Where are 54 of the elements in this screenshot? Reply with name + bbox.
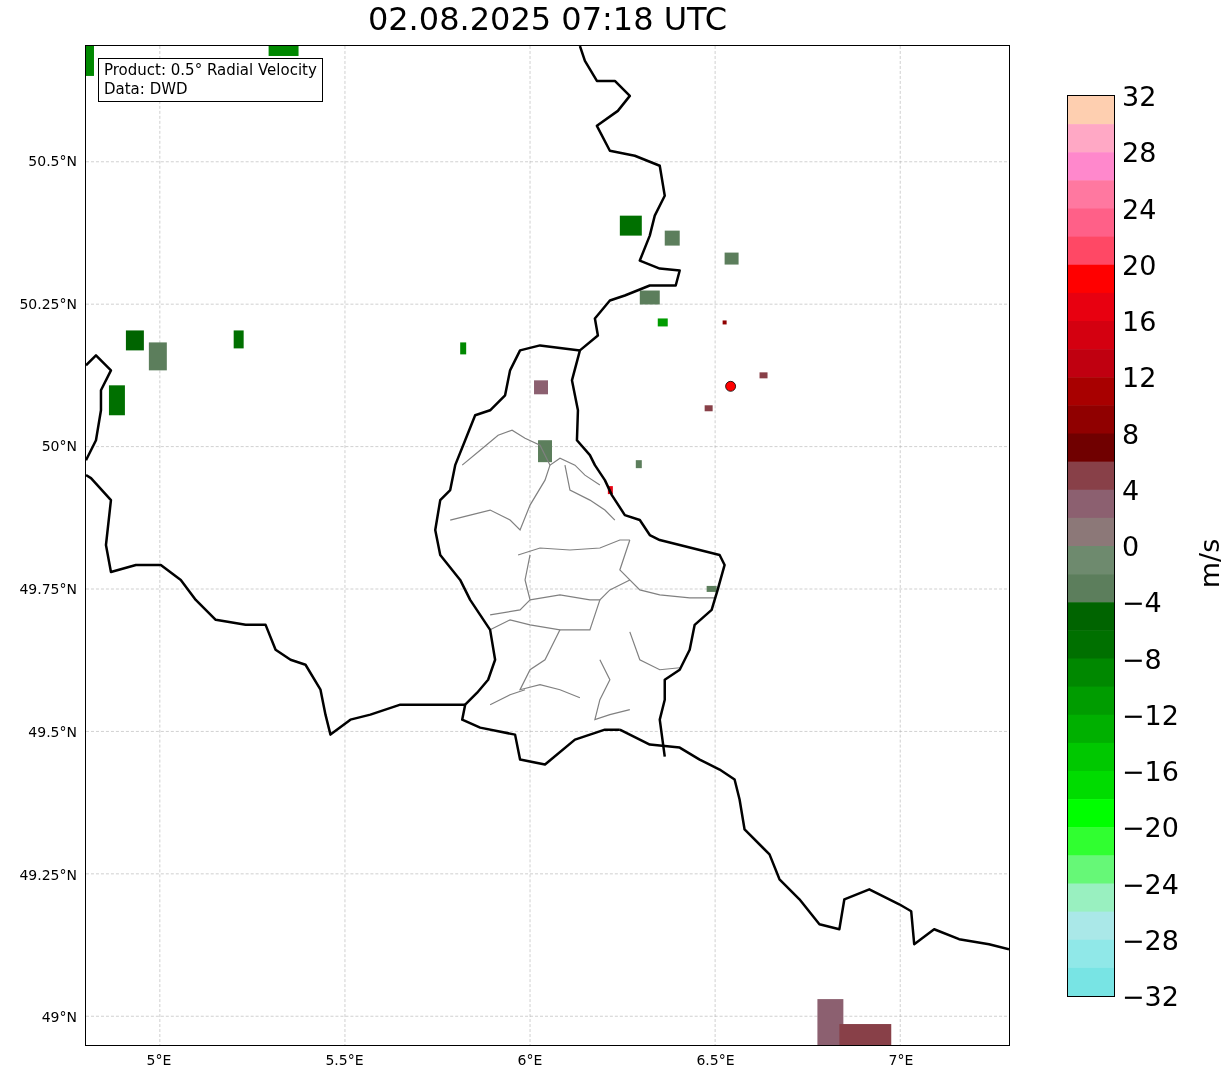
colorbar-tick-label: 4 [1122,474,1140,506]
legend-text: Product: 0.5° Radial Velocity [104,61,317,80]
latitude-label: 49.25°N [19,866,77,883]
radar-echo [148,342,167,371]
longitude-label: 7°E [888,1052,914,1068]
longitude-label: 5°E [146,1052,172,1068]
radar-echo [724,252,739,265]
radar-echo [538,440,552,463]
latitude-label: 50°N [41,438,77,455]
radar-echo [704,405,713,412]
colorbar-tick-label: −16 [1122,755,1179,787]
radar-echo [657,318,668,327]
chart-title: 02.08.2025 07:18 UTC [366,0,729,40]
radar-echo [86,46,94,76]
colorbar-tick-label: 28 [1122,136,1157,168]
colorbar-tick-label: −12 [1122,699,1179,731]
colorbar-tick-label: 0 [1122,530,1140,562]
radar-echo [759,372,768,379]
colorbar-tick-label: 8 [1122,418,1140,449]
radar-echo [619,215,642,236]
colorbar-tick-label: −20 [1122,811,1179,843]
colorbar-tick-label: −4 [1122,586,1162,618]
radar-echo [534,380,548,395]
radar-echo [460,342,467,355]
latitude-label: 49°N [41,1009,77,1026]
colorbar-tick-label: −24 [1122,868,1179,899]
colorbar-tick-label: 32 [1122,80,1157,112]
radar-echo [706,585,717,592]
colorbar-tick-label: −28 [1122,924,1179,956]
latitude-label: 50.25°N [19,295,77,312]
radar-echo [268,46,299,56]
longitude-label: 5.5°E [325,1052,364,1068]
radar-echo [639,290,660,305]
colorbar-tick-label: −32 [1122,980,1179,1012]
radar-echo [664,230,680,246]
colorbar-label: m/s [1194,538,1225,589]
latitude-label: 49.75°N [19,581,77,598]
legend-text: Data: DWD [104,80,189,99]
colorbar-tick-label: 16 [1122,305,1157,337]
colorbar-tick-label: −8 [1122,643,1162,674]
colorbar-tick-label: 24 [1122,193,1157,224]
radar-echo [108,385,125,416]
colorbar-tick-label: 20 [1122,249,1157,281]
radar-echo [125,330,144,351]
longitude-label: 6.5°E [696,1052,735,1068]
longitude-label: 6°E [517,1052,543,1068]
radar-echo [635,460,642,469]
radar-site-marker [725,380,736,392]
radar-echo [233,330,244,349]
radar-echo [722,320,727,325]
latitude-label: 50.5°N [28,153,77,169]
radar-echo [607,486,613,495]
colorbar-tick-label: 12 [1122,361,1157,393]
latitude-label: 49.5°N [28,723,77,740]
